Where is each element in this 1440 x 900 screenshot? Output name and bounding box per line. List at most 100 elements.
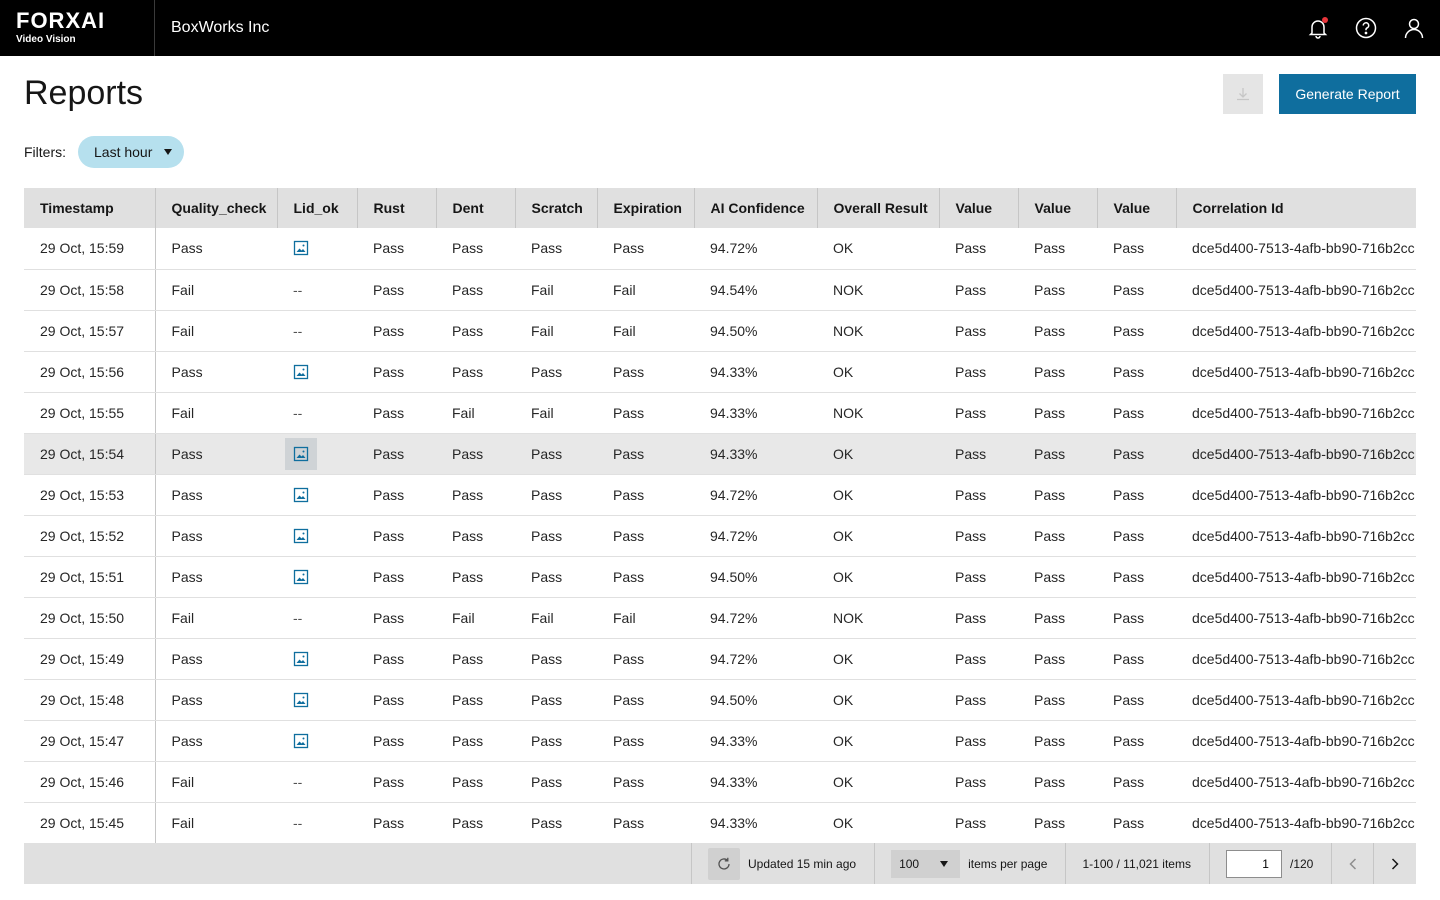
ai-confidence-cell: 94.33% — [694, 720, 817, 762]
expiration-cell: Fail — [597, 310, 694, 352]
quality-check-cell: Pass — [155, 638, 277, 680]
expiration-cell: Fail — [597, 269, 694, 311]
rust-cell: Pass — [357, 638, 436, 680]
image-preview-button[interactable] — [285, 725, 317, 757]
column-header[interactable]: AI Confidence — [694, 188, 818, 228]
lid-ok-cell — [277, 720, 357, 762]
rust-cell: Pass — [357, 597, 436, 639]
table-row[interactable]: 29 Oct, 15:53 Pass Pass Pass Pass Pass 94.72% O… — [24, 474, 1416, 516]
brand-logo[interactable]: FORXAI Video Vision — [0, 0, 155, 56]
quality-check-cell: Fail — [155, 761, 277, 803]
overall-result-cell: OK — [817, 474, 939, 516]
overall-result-cell: OK — [817, 638, 939, 680]
refresh-button[interactable] — [708, 847, 740, 880]
image-preview-button[interactable] — [285, 437, 317, 470]
table-row[interactable]: 29 Oct, 15:50 Fail -- Pass Fail Fail Fail 94.72… — [24, 597, 1416, 639]
timestamp-cell: 29 Oct, 15:59 — [24, 228, 156, 270]
dent-cell: Pass — [436, 761, 515, 803]
generate-report-button[interactable]: Generate Report — [1279, 74, 1416, 114]
user-icon[interactable] — [1402, 16, 1426, 40]
table-row[interactable]: 29 Oct, 15:55 Fail -- Pass Fail Fail Pass 94.33… — [24, 392, 1416, 434]
correlation-id-cell: dce5d400-7513-4afb-bb90-716b2cc — [1176, 392, 1416, 434]
value-cell: Pass — [1018, 638, 1097, 680]
lid-ok-cell — [277, 433, 357, 475]
value-cell: Pass — [939, 310, 1018, 352]
table-row[interactable]: 29 Oct, 15:56 Pass Pass Pass Pass Pass 94.33% O… — [24, 351, 1416, 393]
table-row[interactable]: 29 Oct, 15:54 Pass Pass Pass Pass Pass 94.33% O… — [24, 433, 1416, 475]
items-per-page-select[interactable]: 100 — [891, 849, 961, 878]
prev-page-button[interactable] — [1332, 843, 1373, 884]
scratch-cell: Pass — [515, 474, 597, 516]
timestamp-cell: 29 Oct, 15:49 — [24, 638, 156, 680]
quality-check-cell: Pass — [155, 351, 277, 393]
value-cell: Pass — [1018, 351, 1097, 393]
column-header[interactable]: Expiration — [597, 188, 695, 228]
quality-check-cell: Pass — [155, 679, 277, 721]
column-header[interactable]: Value — [939, 188, 1019, 228]
help-icon[interactable] — [1354, 16, 1378, 40]
lid-ok-cell — [277, 228, 357, 270]
page-total: /120 — [1289, 856, 1314, 871]
expiration-cell: Pass — [597, 802, 694, 844]
table-header-row: Timestamp Quality_check Lid_ok Rust Dent… — [24, 188, 1416, 228]
column-header[interactable]: Value — [1018, 188, 1098, 228]
download-button[interactable] — [1223, 74, 1263, 114]
overall-result-cell: OK — [817, 351, 939, 393]
table-row[interactable]: 29 Oct, 15:51 Pass Pass Pass Pass Pass 94.50% O… — [24, 556, 1416, 598]
correlation-id-cell: dce5d400-7513-4afb-bb90-716b2cc — [1176, 720, 1416, 762]
timestamp-cell: 29 Oct, 15:47 — [24, 720, 156, 762]
scratch-cell: Pass — [515, 802, 597, 844]
expiration-cell: Pass — [597, 556, 694, 598]
chevron-right-icon — [1391, 857, 1399, 870]
next-page-button[interactable] — [1374, 843, 1415, 884]
items-per-page-label: items per page — [968, 856, 1048, 871]
dent-cell: Fail — [436, 392, 515, 434]
expiration-cell: Pass — [597, 679, 694, 721]
table-row[interactable]: 29 Oct, 15:45 Fail -- Pass Pass Pass Pass 94.33… — [24, 802, 1416, 844]
brand-subtitle: Video Vision — [16, 34, 76, 45]
image-preview-button[interactable] — [285, 356, 317, 388]
table-row[interactable]: 29 Oct, 15:47 Pass Pass Pass Pass Pass 94.33% O… — [24, 720, 1416, 762]
quality-check-cell: Pass — [155, 228, 277, 270]
scratch-cell: Fail — [515, 269, 597, 311]
image-preview-button[interactable] — [285, 643, 317, 675]
value-cell: Pass — [1097, 556, 1176, 598]
column-header[interactable]: Quality_check — [155, 188, 278, 228]
bell-icon[interactable] — [1306, 16, 1330, 40]
column-header[interactable]: Dent — [436, 188, 516, 228]
lid-ok-cell — [277, 638, 357, 680]
image-preview-button[interactable] — [285, 684, 317, 716]
correlation-id-cell: dce5d400-7513-4afb-bb90-716b2cc — [1176, 761, 1416, 803]
table-row[interactable]: 29 Oct, 15:48 Pass Pass Pass Pass Pass 94.50% O… — [24, 679, 1416, 721]
scratch-cell: Pass — [515, 228, 597, 270]
column-header[interactable]: Rust — [357, 188, 437, 228]
image-icon — [293, 569, 309, 584]
time-filter-dropdown[interactable]: Last hour — [78, 136, 185, 168]
table-row[interactable]: 29 Oct, 15:49 Pass Pass Pass Pass Pass 94.72% O… — [24, 638, 1416, 680]
column-header[interactable]: Timestamp — [24, 188, 156, 228]
column-header[interactable]: Scratch — [515, 188, 598, 228]
quality-check-cell: Pass — [155, 720, 277, 762]
overall-result-cell: OK — [817, 228, 939, 270]
table-row[interactable]: 29 Oct, 15:58 Fail -- Pass Pass Fail Fail 94.54… — [24, 269, 1416, 311]
time-filter-value: Last hour — [94, 144, 153, 160]
image-preview-button[interactable] — [285, 520, 317, 552]
page-number-input[interactable] — [1225, 849, 1282, 878]
table-row[interactable]: 29 Oct, 15:52 Pass Pass Pass Pass Pass 94.72% O… — [24, 515, 1416, 557]
correlation-id-cell: dce5d400-7513-4afb-bb90-716b2cc — [1176, 802, 1416, 844]
quality-check-cell: Pass — [155, 556, 277, 598]
correlation-id-cell: dce5d400-7513-4afb-bb90-716b2cc — [1176, 597, 1416, 639]
column-header[interactable]: Value — [1097, 188, 1177, 228]
dent-cell: Pass — [436, 474, 515, 516]
column-header[interactable]: Correlation Id — [1176, 188, 1416, 228]
dent-cell: Pass — [436, 638, 515, 680]
table-row[interactable]: 29 Oct, 15:59 Pass Pass Pass Pass Pass 94.72% O… — [24, 228, 1416, 270]
column-header[interactable]: Overall Result — [817, 188, 940, 228]
image-preview-button[interactable] — [285, 232, 317, 264]
image-preview-button[interactable] — [285, 561, 317, 593]
table-row[interactable]: 29 Oct, 15:46 Fail -- Pass Pass Pass Pass 94.33… — [24, 761, 1416, 803]
scratch-cell: Pass — [515, 515, 597, 557]
table-row[interactable]: 29 Oct, 15:57 Fail -- Pass Pass Fail Fail 94.50… — [24, 310, 1416, 352]
image-preview-button[interactable] — [285, 479, 317, 511]
column-header[interactable]: Lid_ok — [277, 188, 358, 228]
